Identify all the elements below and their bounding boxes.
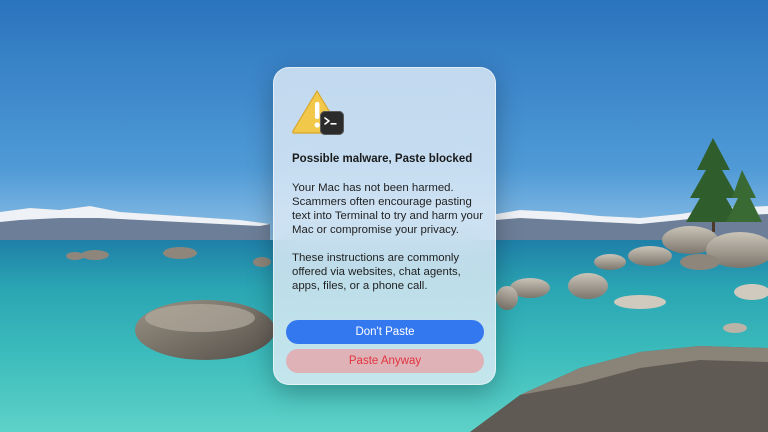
alert-message-paragraph-1: Your Mac has not been harmed. Scammers o… [292, 182, 483, 236]
alert-message-paragraph-2: These instructions are commonly offered … [292, 252, 461, 292]
alert-title: Possible malware, Paste blocked [292, 153, 473, 165]
alert-message: Your Mac has not been harmed. Scammers o… [292, 181, 487, 307]
malware-alert-dialog: Possible malware, Paste blocked Your Mac… [273, 67, 496, 385]
paste-anyway-button[interactable]: Paste Anyway [286, 349, 484, 373]
warning-terminal-icon [291, 89, 347, 139]
dont-paste-button[interactable]: Don't Paste [286, 320, 484, 344]
